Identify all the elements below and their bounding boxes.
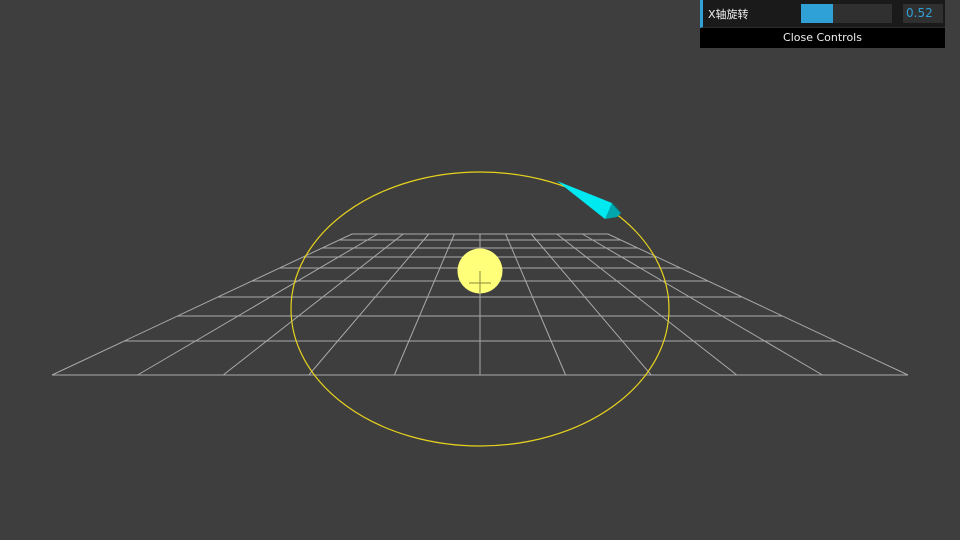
- grid-line: [308, 233, 430, 376]
- grid-line: [505, 233, 567, 376]
- x-rotation-control: X轴旋转: [700, 0, 945, 28]
- grid-line: [137, 233, 378, 376]
- x-rotation-label: X轴旋转: [708, 7, 749, 21]
- 3d-viewport[interactable]: [0, 0, 960, 540]
- grid-line: [222, 233, 404, 376]
- x-rotation-input[interactable]: [903, 4, 943, 23]
- close-controls-button[interactable]: Close Controls: [700, 28, 945, 48]
- x-rotation-slider[interactable]: [801, 4, 892, 23]
- grid-line: [582, 233, 823, 376]
- scene-canvas: [51, 171, 909, 447]
- grid-line: [556, 233, 738, 376]
- grid-line: [530, 233, 652, 376]
- grid-line: [393, 233, 455, 376]
- orbiting-cone: [557, 181, 622, 219]
- controls-panel: X轴旋转 Close Controls: [700, 0, 945, 48]
- grid-line: [607, 233, 909, 376]
- x-rotation-slider-fill: [801, 4, 833, 23]
- grid-line: [51, 233, 353, 376]
